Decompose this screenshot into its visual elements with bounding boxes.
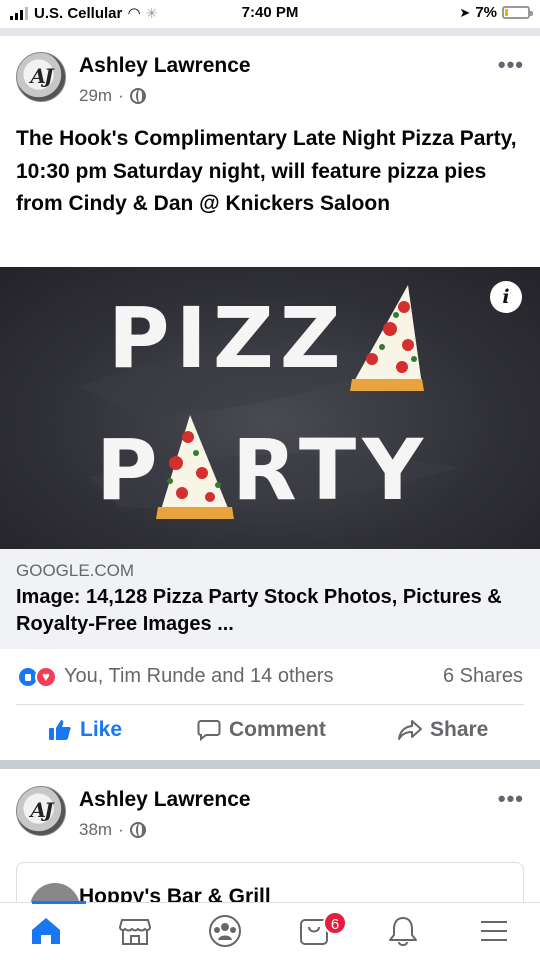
reactions-summary[interactable]: You, Tim Runde and 14 others <box>64 665 333 688</box>
share-button[interactable]: Share <box>398 718 488 742</box>
notification-badge: 6 <box>323 911 347 935</box>
like-label: Like <box>80 718 123 741</box>
nav-home[interactable] <box>26 913 66 949</box>
nav-notifications[interactable] <box>383 913 423 949</box>
post-header: AJ Ashley Lawrence 29m · ••• <box>0 52 540 112</box>
post-meta: 38m · <box>79 820 146 840</box>
share-icon <box>398 720 422 740</box>
feed-separator <box>0 28 540 36</box>
thumbs-up-icon <box>49 720 71 740</box>
groups-icon <box>209 915 241 947</box>
nav-groups[interactable] <box>205 913 245 949</box>
image-text-line1: PIZZ <box>108 289 347 387</box>
comment-icon <box>197 720 221 741</box>
author-name[interactable]: Ashley Lawrence <box>79 788 251 812</box>
battery-percent: 7% <box>475 4 497 21</box>
meta-separator: · <box>118 86 124 105</box>
comment-label: Comment <box>229 718 326 741</box>
author-avatar[interactable]: AJ <box>16 786 66 836</box>
image-text-line2-right: RTY <box>232 421 429 519</box>
post-meta: 29m · <box>79 86 146 106</box>
status-bar: U.S. Cellular ◠ ✳ 7:40 PM ➤ 7% <box>0 0 540 28</box>
link-domain: GOOGLE.COM <box>16 561 135 580</box>
post-text: The Hook's Complimentary Late Night Pizz… <box>16 127 517 215</box>
pizza-party-graphic: PIZZ P RTY <box>80 285 460 519</box>
info-icon[interactable]: i <box>490 281 522 313</box>
bottom-nav: 6 <box>0 901 540 960</box>
share-label: Share <box>430 718 489 741</box>
divider <box>16 704 524 705</box>
nav-menu[interactable] <box>474 913 514 949</box>
menu-icon <box>481 921 507 941</box>
post-header: AJ Ashley Lawrence 38m · ••• <box>0 786 540 846</box>
home-icon <box>32 918 60 944</box>
location-icon: ➤ <box>459 4 471 20</box>
pizza-slice-top <box>350 285 424 391</box>
link-preview-image[interactable]: PIZZ P RTY i <box>0 267 540 549</box>
reactions-bar: You, Tim Runde and 14 others 6 Shares <box>0 660 540 696</box>
bell-icon <box>389 917 417 946</box>
post-actions: Like Comment Share <box>0 712 540 756</box>
marketplace-icon <box>118 919 152 945</box>
meta-separator: · <box>118 820 124 839</box>
love-reaction-icon <box>35 666 57 688</box>
shares-count[interactable]: 6 Shares <box>443 665 523 688</box>
image-text-line2-left: P <box>96 421 158 519</box>
globe-icon <box>129 88 146 104</box>
more-options-icon[interactable]: ••• <box>498 52 524 78</box>
link-caption[interactable]: GOOGLE.COM Image: 14,128 Pizza Party Sto… <box>0 549 540 649</box>
link-title: Image: 14,128 Pizza Party Stock Photos, … <box>16 586 502 635</box>
post-time[interactable]: 38m <box>79 820 112 840</box>
like-button[interactable]: Like <box>48 718 122 742</box>
more-options-icon[interactable]: ••• <box>498 786 524 812</box>
status-right: ➤ 7% <box>459 4 533 21</box>
author-avatar[interactable]: AJ <box>16 52 66 102</box>
active-tab-indicator <box>32 901 86 904</box>
feed-separator <box>0 760 540 769</box>
author-name[interactable]: Ashley Lawrence <box>79 54 251 78</box>
reaction-icons[interactable] <box>17 666 61 688</box>
nav-marketplace[interactable] <box>115 913 155 949</box>
globe-icon <box>129 822 146 838</box>
battery-icon <box>502 6 533 19</box>
post-time[interactable]: 29m <box>79 86 112 106</box>
comment-button[interactable]: Comment <box>197 718 326 742</box>
